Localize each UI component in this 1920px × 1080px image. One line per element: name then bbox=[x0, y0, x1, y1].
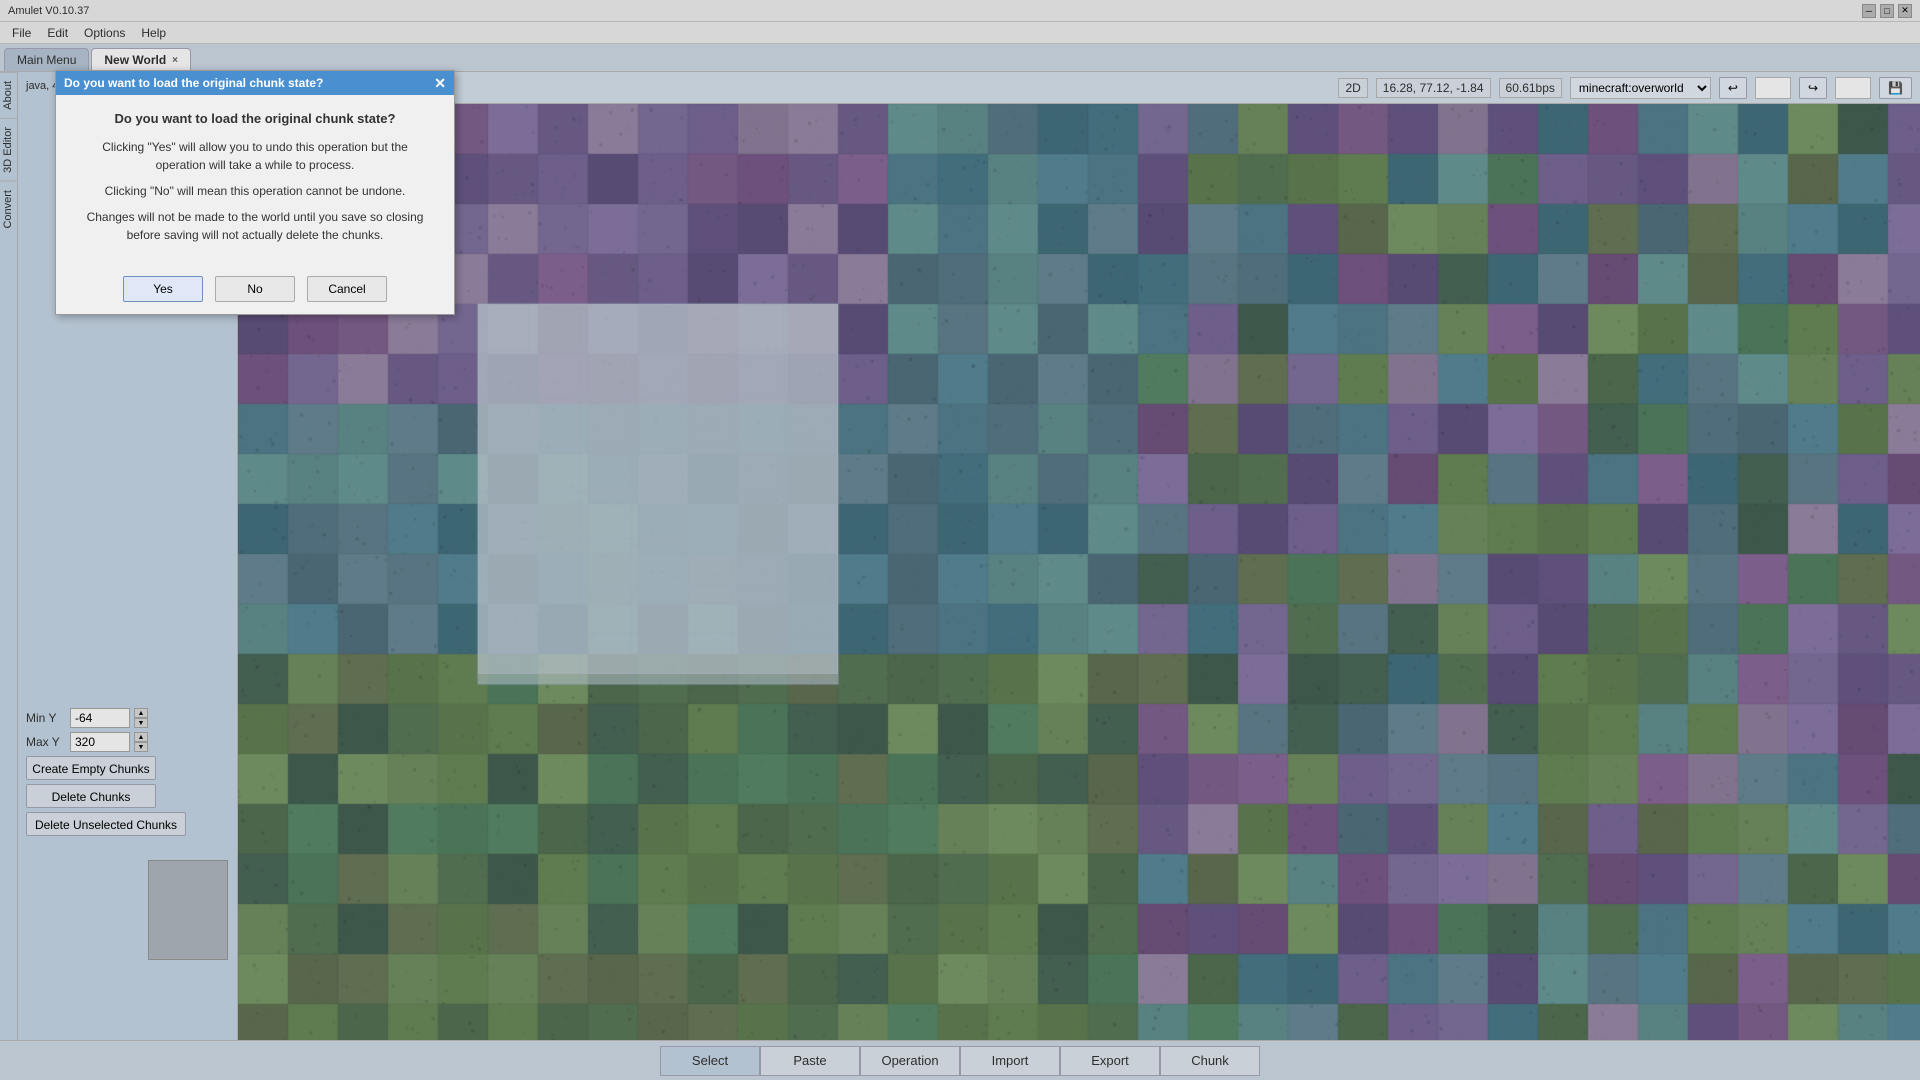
dialog-body2: Clicking "No" will mean this operation c… bbox=[76, 182, 434, 200]
dialog-no-button[interactable]: No bbox=[215, 276, 295, 302]
dialog-yes-button[interactable]: Yes bbox=[123, 276, 203, 302]
dialog-title: Do you want to load the original chunk s… bbox=[64, 76, 323, 90]
dialog-content: Do you want to load the original chunk s… bbox=[56, 95, 454, 276]
dialog-title-text: Do you want to load the original chunk s… bbox=[76, 111, 434, 126]
dialog-close-icon[interactable]: ✕ bbox=[434, 75, 446, 92]
dialog-overlay: Do you want to load the original chunk s… bbox=[0, 0, 1920, 1080]
dialog-cancel-button[interactable]: Cancel bbox=[307, 276, 387, 302]
dialog-body1: Clicking "Yes" will allow you to undo th… bbox=[76, 138, 434, 174]
dialog-box: Do you want to load the original chunk s… bbox=[55, 70, 455, 315]
dialog-titlebar: Do you want to load the original chunk s… bbox=[56, 71, 454, 95]
dialog-body3: Changes will not be made to the world un… bbox=[76, 208, 434, 244]
dialog-buttons: Yes No Cancel bbox=[56, 276, 454, 314]
